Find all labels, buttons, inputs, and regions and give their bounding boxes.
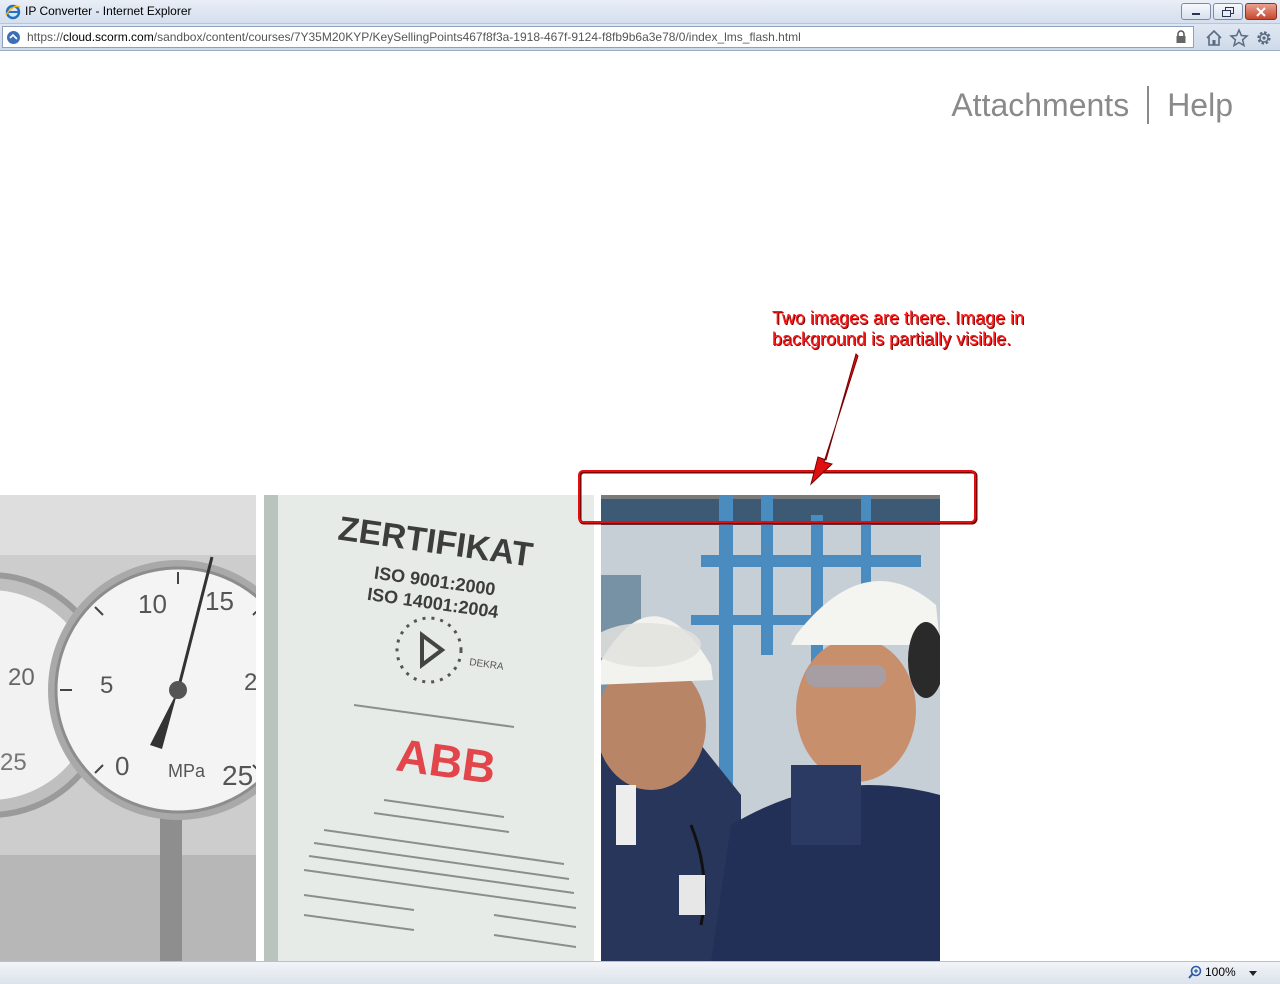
- help-link[interactable]: Help: [1167, 87, 1233, 124]
- status-bar: 100%: [0, 961, 1280, 984]
- annotation-line-1: Two images are there. Image in: [772, 308, 1025, 328]
- annotation-line-2: background is partially visible.: [772, 329, 1012, 349]
- gauge-tick-15: 15: [205, 586, 234, 616]
- restore-icon: [1222, 6, 1234, 17]
- annotation-arrow: [810, 353, 859, 486]
- gauge-tick-25: 25: [222, 760, 253, 791]
- lock-icon[interactable]: [1175, 30, 1187, 44]
- top-nav-links: Attachments Help: [951, 86, 1233, 124]
- window-title: IP Converter - Internet Explorer: [25, 4, 192, 18]
- attachments-link[interactable]: Attachments: [951, 87, 1129, 124]
- url-text: https://cloud.scorm.com/sandbox/content/…: [27, 30, 801, 44]
- engineers-at-plant-image: [601, 495, 940, 961]
- gauge-unit-label: MPa: [168, 761, 206, 781]
- home-icon[interactable]: [1204, 28, 1224, 48]
- internet-explorer-icon: [5, 4, 21, 20]
- url-input[interactable]: https://cloud.scorm.com/sandbox/content/…: [2, 26, 1194, 48]
- chevron-down-icon[interactable]: [1246, 966, 1260, 980]
- pressure-gauge-image: 10 15 20 5 0 25 25 2 MPa: [0, 495, 256, 961]
- window-title-bar: IP Converter - Internet Explorer: [0, 0, 1280, 24]
- site-favicon-icon: [7, 31, 20, 44]
- minimize-icon: [1192, 12, 1200, 15]
- gauge-left-tick-25: 25: [0, 749, 27, 776]
- close-icon: [1256, 6, 1266, 17]
- favorites-star-icon[interactable]: [1229, 28, 1249, 48]
- gauge-tick-5: 5: [100, 672, 113, 699]
- restore-button[interactable]: [1213, 3, 1243, 20]
- zoom-magnifier-icon: [1188, 965, 1202, 979]
- close-button[interactable]: [1245, 3, 1277, 20]
- gear-icon[interactable]: [1254, 28, 1274, 48]
- annotation-callout-text: Two images are there. Image in backgroun…: [772, 308, 1072, 350]
- certificate-image: ZERTIFIKAT ISO 9001:2000 ISO 14001:2004 …: [264, 495, 594, 961]
- address-bar: https://cloud.scorm.com/sandbox/content/…: [0, 24, 1280, 51]
- gauge-tick-20: 20: [8, 664, 35, 691]
- nav-separator: [1147, 86, 1150, 124]
- zoom-control[interactable]: 100%: [1188, 965, 1236, 979]
- gauge-tick-0: 0: [115, 751, 129, 781]
- gauge-tick-10: 10: [138, 589, 167, 619]
- gauge-tick-2: 2: [244, 669, 256, 696]
- minimize-button[interactable]: [1181, 3, 1211, 20]
- zoom-level: 100%: [1205, 965, 1236, 979]
